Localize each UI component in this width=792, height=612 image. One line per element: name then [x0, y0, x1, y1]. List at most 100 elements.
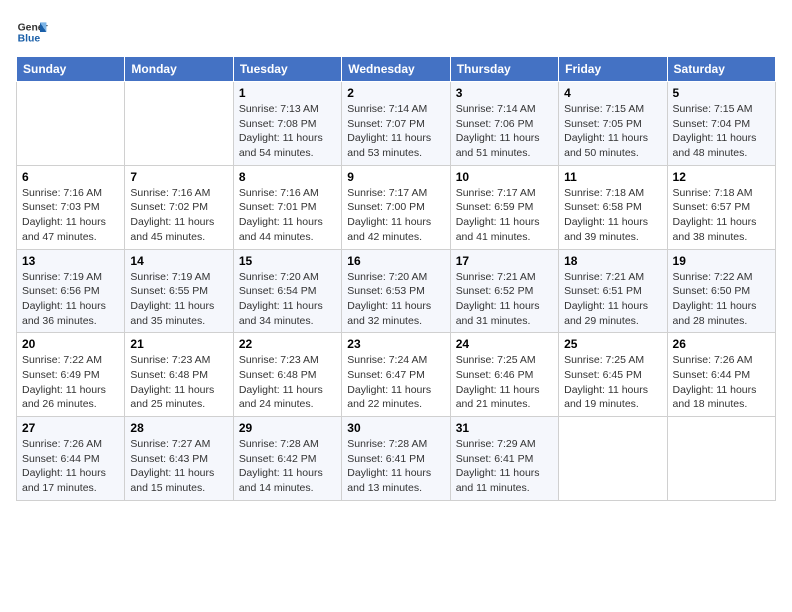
day-info: Sunrise: 7:24 AMSunset: 6:47 PMDaylight:…: [347, 353, 444, 412]
day-info: Sunrise: 7:22 AMSunset: 6:49 PMDaylight:…: [22, 353, 119, 412]
day-number: 26: [673, 337, 770, 351]
day-info: Sunrise: 7:25 AMSunset: 6:45 PMDaylight:…: [564, 353, 661, 412]
day-info: Sunrise: 7:20 AMSunset: 6:53 PMDaylight:…: [347, 270, 444, 329]
calendar-cell: 28 Sunrise: 7:27 AMSunset: 6:43 PMDayligh…: [125, 417, 233, 501]
day-number: 8: [239, 170, 336, 184]
day-info: Sunrise: 7:18 AMSunset: 6:58 PMDaylight:…: [564, 186, 661, 245]
day-info: Sunrise: 7:28 AMSunset: 6:42 PMDaylight:…: [239, 437, 336, 496]
calendar-cell: 10Sunrise: 7:17 AMSunset: 6:59 PMDayligh…: [450, 165, 558, 249]
calendar-header-row: SundayMondayTuesdayWednesdayThursdayFrid…: [17, 57, 776, 82]
day-info: Sunrise: 7:20 AMSunset: 6:54 PMDaylight:…: [239, 270, 336, 329]
day-info: Sunrise: 7:28 AMSunset: 6:41 PMDaylight:…: [347, 437, 444, 496]
day-info: Sunrise: 7:27 AMSunset: 6:43 PMDaylight:…: [130, 437, 227, 496]
calendar-cell: 22 Sunrise: 7:23 AMSunset: 6:48 PMDayligh…: [233, 333, 341, 417]
day-number: 11: [564, 170, 661, 184]
calendar-cell: 6 Sunrise: 7:16 AMSunset: 7:03 PMDaylight…: [17, 165, 125, 249]
header-wednesday: Wednesday: [342, 57, 450, 82]
day-number: 20: [22, 337, 119, 351]
day-number: 31: [456, 421, 553, 435]
calendar-cell: 1Sunrise: 7:13 AMSunset: 7:08 PMDaylight…: [233, 82, 341, 166]
calendar-cell: [559, 417, 667, 501]
calendar-cell: 21Sunrise: 7:23 AMSunset: 6:48 PMDayligh…: [125, 333, 233, 417]
day-info: Sunrise: 7:22 AMSunset: 6:50 PMDaylight:…: [673, 270, 770, 329]
calendar-cell: 30 Sunrise: 7:28 AMSunset: 6:41 PMDayligh…: [342, 417, 450, 501]
day-number: 5: [673, 86, 770, 100]
day-info: Sunrise: 7:21 AMSunset: 6:51 PMDaylight:…: [564, 270, 661, 329]
calendar-week-row: 1Sunrise: 7:13 AMSunset: 7:08 PMDaylight…: [17, 82, 776, 166]
calendar-cell: 14 Sunrise: 7:19 AMSunset: 6:55 PMDayligh…: [125, 249, 233, 333]
day-info: Sunrise: 7:16 AMSunset: 7:01 PMDaylight:…: [239, 186, 336, 245]
day-info: Sunrise: 7:15 AMSunset: 7:05 PMDaylight:…: [564, 102, 661, 161]
header-tuesday: Tuesday: [233, 57, 341, 82]
calendar-cell: 7 Sunrise: 7:16 AMSunset: 7:02 PMDaylight…: [125, 165, 233, 249]
day-number: 6: [22, 170, 119, 184]
calendar-cell: 26Sunrise: 7:26 AMSunset: 6:44 PMDayligh…: [667, 333, 775, 417]
header-thursday: Thursday: [450, 57, 558, 82]
calendar-cell: 24 Sunrise: 7:25 AMSunset: 6:46 PMDayligh…: [450, 333, 558, 417]
header-saturday: Saturday: [667, 57, 775, 82]
calendar-cell: 15 Sunrise: 7:20 AMSunset: 6:54 PMDayligh…: [233, 249, 341, 333]
day-number: 2: [347, 86, 444, 100]
day-number: 22: [239, 337, 336, 351]
day-info: Sunrise: 7:23 AMSunset: 6:48 PMDaylight:…: [239, 353, 336, 412]
logo-icon: General Blue: [16, 16, 48, 48]
calendar-cell: 8 Sunrise: 7:16 AMSunset: 7:01 PMDaylight…: [233, 165, 341, 249]
day-info: Sunrise: 7:29 AMSunset: 6:41 PMDaylight:…: [456, 437, 553, 496]
calendar-cell: [125, 82, 233, 166]
calendar-cell: 18 Sunrise: 7:21 AMSunset: 6:51 PMDayligh…: [559, 249, 667, 333]
calendar-cell: [667, 417, 775, 501]
day-number: 27: [22, 421, 119, 435]
day-info: Sunrise: 7:14 AMSunset: 7:06 PMDaylight:…: [456, 102, 553, 161]
calendar-table: SundayMondayTuesdayWednesdayThursdayFrid…: [16, 56, 776, 501]
day-info: Sunrise: 7:16 AMSunset: 7:03 PMDaylight:…: [22, 186, 119, 245]
calendar-cell: 27 Sunrise: 7:26 AMSunset: 6:44 PMDayligh…: [17, 417, 125, 501]
calendar-cell: 29 Sunrise: 7:28 AMSunset: 6:42 PMDayligh…: [233, 417, 341, 501]
day-info: Sunrise: 7:13 AMSunset: 7:08 PMDaylight:…: [239, 102, 336, 161]
calendar-cell: 25 Sunrise: 7:25 AMSunset: 6:45 PMDayligh…: [559, 333, 667, 417]
calendar-cell: 13 Sunrise: 7:19 AMSunset: 6:56 PMDayligh…: [17, 249, 125, 333]
calendar-cell: 5 Sunrise: 7:15 AMSunset: 7:04 PMDaylight…: [667, 82, 775, 166]
day-info: Sunrise: 7:21 AMSunset: 6:52 PMDaylight:…: [456, 270, 553, 329]
day-info: Sunrise: 7:16 AMSunset: 7:02 PMDaylight:…: [130, 186, 227, 245]
calendar-cell: 17Sunrise: 7:21 AMSunset: 6:52 PMDayligh…: [450, 249, 558, 333]
day-number: 30: [347, 421, 444, 435]
day-info: Sunrise: 7:14 AMSunset: 7:07 PMDaylight:…: [347, 102, 444, 161]
header-sunday: Sunday: [17, 57, 125, 82]
calendar-cell: 3 Sunrise: 7:14 AMSunset: 7:06 PMDaylight…: [450, 82, 558, 166]
day-info: Sunrise: 7:25 AMSunset: 6:46 PMDaylight:…: [456, 353, 553, 412]
header-monday: Monday: [125, 57, 233, 82]
day-number: 18: [564, 254, 661, 268]
day-info: Sunrise: 7:17 AMSunset: 6:59 PMDaylight:…: [456, 186, 553, 245]
calendar-cell: 11 Sunrise: 7:18 AMSunset: 6:58 PMDayligh…: [559, 165, 667, 249]
day-number: 13: [22, 254, 119, 268]
day-info: Sunrise: 7:23 AMSunset: 6:48 PMDaylight:…: [130, 353, 227, 412]
calendar-week-row: 20 Sunrise: 7:22 AMSunset: 6:49 PMDayligh…: [17, 333, 776, 417]
calendar-cell: 16 Sunrise: 7:20 AMSunset: 6:53 PMDayligh…: [342, 249, 450, 333]
day-info: Sunrise: 7:19 AMSunset: 6:56 PMDaylight:…: [22, 270, 119, 329]
day-number: 9: [347, 170, 444, 184]
day-info: Sunrise: 7:19 AMSunset: 6:55 PMDaylight:…: [130, 270, 227, 329]
day-info: Sunrise: 7:15 AMSunset: 7:04 PMDaylight:…: [673, 102, 770, 161]
day-info: Sunrise: 7:18 AMSunset: 6:57 PMDaylight:…: [673, 186, 770, 245]
day-number: 16: [347, 254, 444, 268]
day-number: 3: [456, 86, 553, 100]
calendar-week-row: 6 Sunrise: 7:16 AMSunset: 7:03 PMDaylight…: [17, 165, 776, 249]
day-number: 25: [564, 337, 661, 351]
day-number: 23: [347, 337, 444, 351]
calendar-cell: 31 Sunrise: 7:29 AMSunset: 6:41 PMDayligh…: [450, 417, 558, 501]
day-number: 28: [130, 421, 227, 435]
calendar-week-row: 13 Sunrise: 7:19 AMSunset: 6:56 PMDayligh…: [17, 249, 776, 333]
header-friday: Friday: [559, 57, 667, 82]
day-number: 19: [673, 254, 770, 268]
day-info: Sunrise: 7:17 AMSunset: 7:00 PMDaylight:…: [347, 186, 444, 245]
day-info: Sunrise: 7:26 AMSunset: 6:44 PMDaylight:…: [22, 437, 119, 496]
day-number: 12: [673, 170, 770, 184]
day-number: 4: [564, 86, 661, 100]
day-number: 24: [456, 337, 553, 351]
day-number: 15: [239, 254, 336, 268]
day-number: 29: [239, 421, 336, 435]
calendar-cell: 4 Sunrise: 7:15 AMSunset: 7:05 PMDaylight…: [559, 82, 667, 166]
calendar-cell: 19 Sunrise: 7:22 AMSunset: 6:50 PMDayligh…: [667, 249, 775, 333]
day-number: 7: [130, 170, 227, 184]
day-number: 14: [130, 254, 227, 268]
